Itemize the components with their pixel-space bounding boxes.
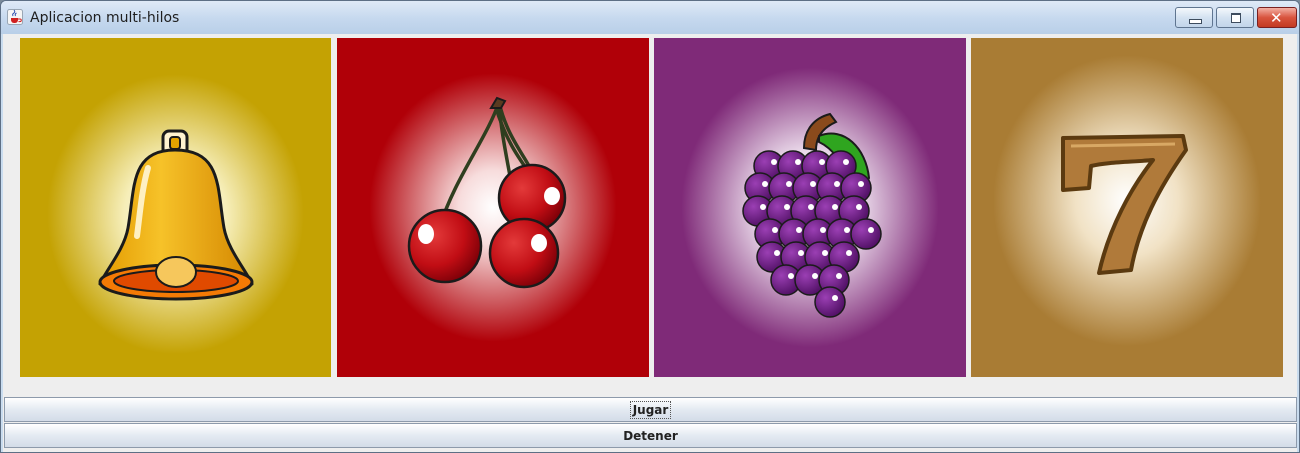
grape-highlight-icon [760,204,766,210]
grape-highlight-icon [820,227,826,233]
grape-highlight-icon [774,250,780,256]
content-pane: Jugar Detener [3,34,1297,452]
grape-highlight-icon [868,227,874,233]
grape-icon [850,218,882,250]
reel-1-bell [20,38,331,377]
grape-highlight-icon [834,181,840,187]
grape-highlight-icon [843,159,849,165]
grape-highlight-icon [846,250,852,256]
grape-highlight-icon [836,273,842,279]
java-coffee-cup-icon[interactable] [7,9,23,25]
minimize-icon [1189,19,1202,24]
grape-icon [814,286,846,318]
grape-highlight-icon [832,295,838,301]
stop-button-label: Detener [623,428,678,443]
grape-highlight-icon [808,204,814,210]
grape-highlight-icon [844,227,850,233]
grape-highlight-icon [784,204,790,210]
reel-3-grapes [654,38,966,377]
grape-highlight-icon [856,204,862,210]
maximize-button[interactable] [1216,7,1254,28]
close-icon: ✕ [1270,9,1283,27]
reel-2-cherries [337,38,649,377]
reel-4-seven [971,38,1283,377]
grape-highlight-icon [796,227,802,233]
grape-highlight-icon [858,181,864,187]
grape-highlight-icon [810,181,816,187]
app-window: Aplicacion multi-hilos ✕ Jugar Detener [0,0,1300,453]
title-bar[interactable]: Aplicacion multi-hilos ✕ [1,1,1299,34]
minimize-button[interactable] [1175,7,1213,28]
stop-button[interactable]: Detener [4,423,1297,448]
grape-highlight-icon [772,227,778,233]
grape-highlight-icon [788,273,794,279]
grape-highlight-icon [786,181,792,187]
grape-highlight-icon [795,159,801,165]
maximize-icon [1231,13,1241,23]
grape-highlight-icon [812,273,818,279]
grape-highlight-icon [832,204,838,210]
grape-highlight-icon [771,159,777,165]
grape-highlight-icon [819,159,825,165]
play-button-label: Jugar [629,400,672,419]
play-button[interactable]: Jugar [4,397,1297,422]
grape-highlight-icon [762,181,768,187]
grape-highlight-icon [822,250,828,256]
close-button[interactable]: ✕ [1257,7,1297,28]
window-title: Aplicacion multi-hilos [30,10,180,26]
grape-highlight-icon [798,250,804,256]
